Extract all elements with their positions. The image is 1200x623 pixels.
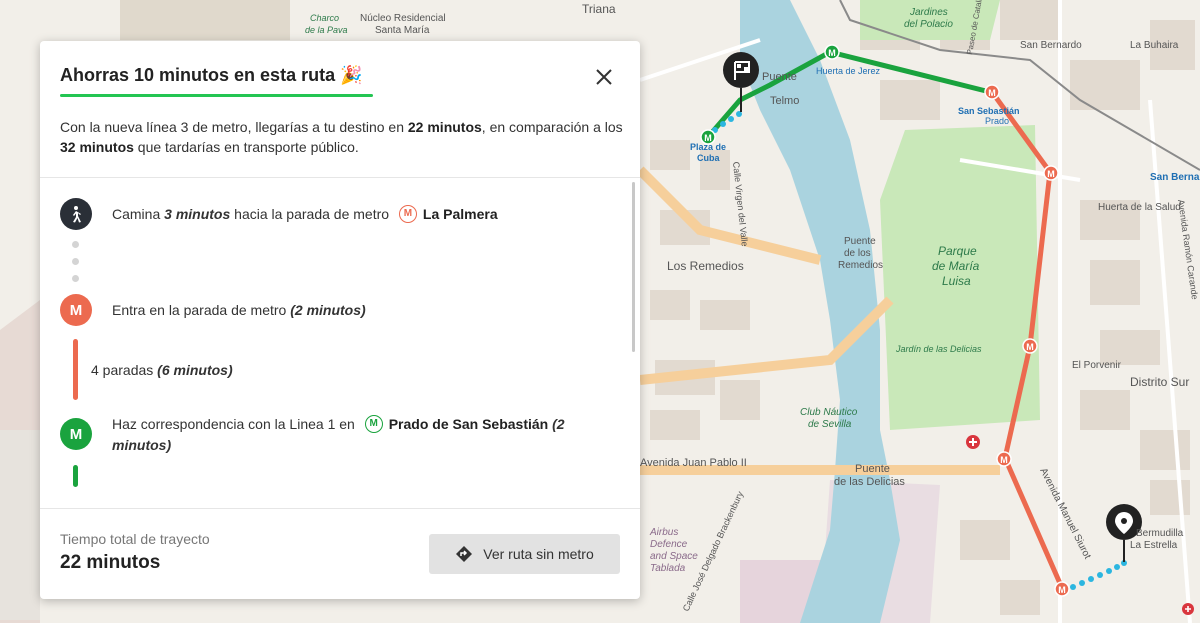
map-label: Los Remedios: [667, 259, 744, 273]
map-label: Santa María: [375, 25, 430, 36]
route-without-metro-label: Ver ruta sin metro: [483, 546, 594, 562]
route-info-panel: Ahorras 10 minutos en esta ruta 🎉 Con la…: [40, 41, 640, 599]
map-label: Plaza de: [690, 142, 726, 152]
map-label: Tablada: [650, 563, 686, 574]
map-label: Puente: [855, 463, 890, 475]
metro-station-marker[interactable]: M: [996, 451, 1012, 467]
line1-bar: [73, 465, 78, 487]
title-underline: [60, 94, 373, 97]
svg-text:M: M: [1026, 342, 1034, 352]
hospital-icon: [966, 435, 980, 449]
metro-line1-icon: M: [60, 418, 92, 450]
metro-station-marker[interactable]: M: [1054, 581, 1070, 597]
step-enter-metro: Entra en la parada de metro (2 minutos): [112, 302, 366, 318]
map-label: Cuba: [697, 153, 720, 163]
walk-icon: [60, 198, 92, 230]
map-label: Prado: [985, 116, 1009, 126]
map-label: del Polacio: [904, 19, 953, 30]
dot-separator: [72, 275, 79, 282]
map-label: de María: [932, 259, 980, 273]
map-label: Defence: [650, 539, 688, 550]
metro-icon: M: [364, 415, 383, 434]
map-label: Huerta de la Salud: [1098, 202, 1181, 213]
divider: [40, 177, 640, 178]
metro-icon: M: [398, 205, 417, 224]
map-label: Airbus: [649, 527, 678, 538]
map-label: de los: [844, 248, 871, 259]
map-label: and Space: [650, 551, 698, 562]
map-label: Parque: [938, 244, 977, 258]
map-label: Núcleo Residencial: [360, 13, 446, 24]
map-label: Club Náutico: [800, 407, 858, 418]
map-label: San Bernardo: [1020, 40, 1082, 51]
metro-station-marker[interactable]: M: [984, 84, 1000, 100]
map-label: Avenida Juan Pablo II: [640, 457, 747, 469]
svg-text:M: M: [1058, 585, 1066, 595]
map-label: Bermudilla: [1136, 528, 1184, 539]
map-label: La Buhaira: [1130, 40, 1179, 51]
scrollbar[interactable]: [632, 182, 635, 352]
line3-bar: [73, 339, 78, 400]
map-label: Puente: [762, 71, 797, 83]
step-transfer: Haz correspondencia con la Linea 1 en MP…: [112, 415, 565, 454]
panel-title-text: Ahorras 10 minutos en esta ruta: [60, 65, 336, 85]
map-label: de las Delicias: [834, 476, 905, 488]
map-label: de Sevilla: [808, 419, 852, 430]
metro-station-marker[interactable]: M: [1022, 338, 1038, 354]
map-label: El Porvenir: [1072, 360, 1122, 371]
step-walk: Camina 3 minutos hacia la parada de metr…: [112, 205, 498, 224]
svg-text:M: M: [988, 88, 996, 98]
map-label: Puente: [844, 236, 876, 247]
map-label: de la Pava: [305, 25, 348, 35]
map-label: Huerta de Jerez: [816, 66, 881, 76]
map-label: Jardín de las Delicias: [895, 344, 982, 354]
map-label: Jardines: [909, 7, 948, 18]
route-description: Con la nueva línea 3 de metro, llegarías…: [60, 119, 623, 155]
total-time-value: 22 minutos: [60, 552, 161, 573]
map-label: Triana: [582, 2, 616, 16]
map-label: San Berna: [1150, 172, 1200, 183]
hospital-icon: [1182, 603, 1194, 615]
map-label: San Sebastián: [958, 106, 1020, 116]
dot-separator: [72, 241, 79, 248]
map-label: La Estrella: [1130, 540, 1178, 551]
map-label: Telmo: [770, 95, 799, 107]
total-time-label: Tiempo total de trayecto: [60, 531, 210, 547]
svg-text:M: M: [1000, 455, 1008, 465]
svg-text:M: M: [1047, 169, 1055, 179]
map-label: Luisa: [942, 274, 971, 288]
metro-station-marker[interactable]: M: [824, 44, 840, 60]
step-ride: 4 paradas (6 minutos): [91, 362, 233, 378]
map-label: Remedios: [838, 260, 883, 271]
route-without-metro-button[interactable]: Ver ruta sin metro: [429, 534, 620, 574]
close-icon[interactable]: [592, 65, 616, 89]
party-icon: 🎉: [340, 65, 363, 85]
dot-separator: [72, 258, 79, 265]
map-label: Charco: [310, 13, 339, 23]
metro-station-marker[interactable]: M: [1043, 165, 1059, 181]
directions-icon: [456, 546, 473, 562]
map-label: Distrito Sur: [1130, 375, 1189, 389]
divider: [40, 508, 640, 509]
panel-title: Ahorras 10 minutos en esta ruta 🎉: [60, 65, 363, 86]
svg-text:M: M: [828, 48, 836, 58]
metro-line3-icon: M: [60, 294, 92, 326]
